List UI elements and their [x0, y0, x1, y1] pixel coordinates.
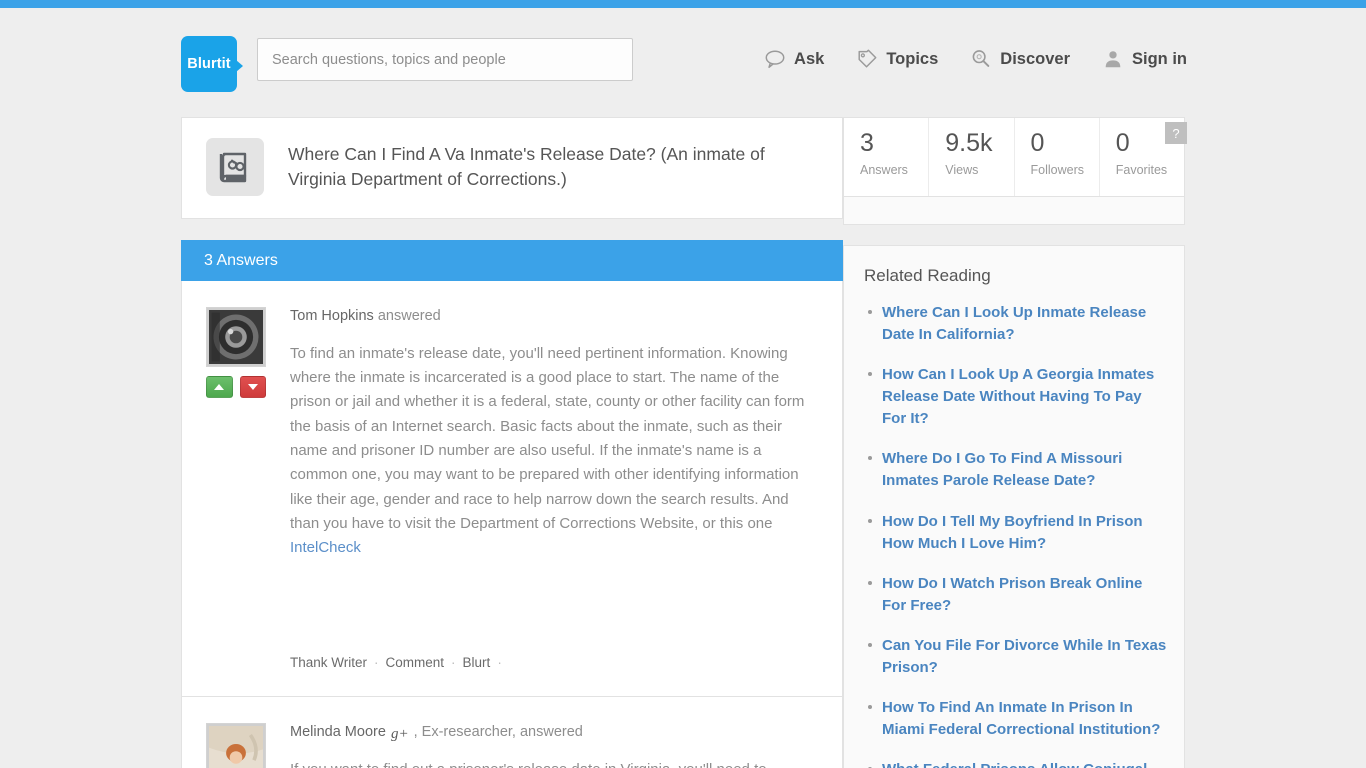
stat-label: Answers [860, 163, 908, 177]
related-link[interactable]: How Do I Watch Prison Break Online For F… [882, 575, 1142, 614]
list-item: What Federal Prisons Allow Conjugal Visi… [868, 759, 1168, 768]
downvote-button[interactable] [239, 376, 266, 398]
related-link[interactable]: Where Do I Go To Find A Missouri Inmates… [882, 450, 1122, 489]
user-icon [1102, 48, 1124, 70]
question-card: Where Can I Find A Va Inmate's Release D… [181, 117, 843, 219]
answer-text: If you want to find out a prisoner's rel… [290, 758, 818, 768]
stat-answers: 3 Answers [844, 118, 930, 196]
answers-count-label: 3 Answers [204, 251, 278, 269]
list-item: How To Find An Inmate In Prison In Miami… [868, 697, 1168, 741]
sidebar-column: 3 Answers 9.5k Views 0 Followers 0 Favor… [843, 117, 1187, 768]
tag-icon [856, 48, 878, 70]
list-item: Where Do I Go To Find A Missouri Inmates… [868, 448, 1168, 492]
related-link[interactable]: Can You File For Divorce While In Texas … [882, 637, 1166, 676]
stat-label: Followers [1030, 163, 1085, 177]
answer-text: To find an inmate's release date, you'll… [290, 342, 818, 561]
stat-label: Favorites [1115, 163, 1168, 177]
top-accent-bar [0, 0, 1366, 8]
search-input[interactable] [258, 39, 632, 80]
logo-text: Blurtit [187, 56, 231, 72]
related-reading-panel: Related Reading Where Can I Look Up Inma… [843, 245, 1185, 768]
nav-label-topics: Topics [886, 49, 939, 68]
stat-views: 9.5k Views [929, 118, 1015, 196]
arrow-up-icon [214, 384, 225, 390]
avatar[interactable] [206, 307, 266, 367]
answer-author-name[interactable]: Tom Hopkins [290, 308, 374, 324]
stat-value: 0 [1030, 129, 1045, 157]
google-plus-icon[interactable]: g+ [390, 725, 410, 745]
page-body: Where Can I Find A Va Inmate's Release D… [181, 117, 1187, 768]
magnifier-icon [970, 48, 992, 70]
answer-meta-suffix: answered [377, 308, 441, 324]
related-link[interactable]: Where Can I Look Up Inmate Release Date … [882, 304, 1146, 343]
related-link[interactable]: How Do I Tell My Boyfriend In Prison How… [882, 513, 1143, 552]
list-item: How Can I Look Up A Georgia Inmates Rele… [868, 364, 1168, 430]
blurt-link[interactable]: Blurt [463, 655, 491, 670]
list-item: Can You File For Divorce While In Texas … [868, 635, 1168, 679]
list-item: How Do I Tell My Boyfriend In Prison How… [868, 511, 1168, 555]
action-separator: · [451, 654, 456, 670]
nav-item-topics[interactable]: Topics [856, 48, 938, 70]
page-title: Where Can I Find A Va Inmate's Release D… [288, 144, 765, 190]
related-link[interactable]: How Can I Look Up A Georgia Inmates Rele… [882, 366, 1154, 427]
intelcheck-link[interactable]: IntelCheck [290, 539, 361, 556]
related-link[interactable]: What Federal Prisons Allow Conjugal Visi… [882, 761, 1147, 768]
answer-meta: Tom Hopkins answered [290, 307, 818, 326]
comment-link[interactable]: Comment [386, 655, 445, 670]
action-separator: · [497, 654, 502, 670]
answer-item: Tom Hopkins answered To find an inmate's… [181, 281, 843, 697]
list-item: Where Can I Look Up Inmate Release Date … [868, 302, 1168, 346]
help-badge[interactable]: ? [1165, 122, 1187, 144]
nav-label-sign-in: Sign in [1132, 49, 1187, 68]
related-link[interactable]: How To Find An Inmate In Prison In Miami… [882, 699, 1160, 738]
speech-bubble-icon [764, 48, 786, 70]
nav-label-ask: Ask [794, 49, 825, 68]
stat-followers: 0 Followers [1015, 118, 1100, 196]
answer-author-name[interactable]: Melinda Moore [290, 724, 386, 740]
answer-meta-suffix: , Ex-researcher, answered [413, 723, 583, 740]
nav-item-ask[interactable]: Ask [764, 48, 824, 70]
answer-text-body: To find an inmate's release date, you'll… [290, 344, 805, 532]
thank-writer-link[interactable]: Thank Writer [290, 655, 367, 670]
question-stats: 3 Answers 9.5k Views 0 Followers 0 Favor… [843, 117, 1185, 197]
nav-item-discover[interactable]: Discover [970, 48, 1070, 70]
arrow-down-icon [247, 384, 258, 390]
answer-author-column [206, 722, 266, 768]
avatar[interactable] [206, 722, 266, 768]
blurtit-logo[interactable]: Blurtit [181, 36, 243, 92]
related-reading-title: Related Reading [864, 266, 991, 285]
answer-meta: Melinda Moore g+ , Ex-researcher, answer… [290, 723, 818, 743]
stat-value: 3 [860, 129, 874, 157]
content-column: Where Can I Find A Va Inmate's Release D… [181, 117, 843, 768]
answer-body: Tom Hopkins answered To find an inmate's… [290, 307, 818, 692]
search-box[interactable] [257, 38, 633, 81]
answer-body: Melinda Moore g+ , Ex-researcher, answer… [290, 723, 818, 768]
answer-actions: Thank Writer · Comment · Blurt · [290, 633, 818, 692]
nav-item-sign-in[interactable]: Sign in [1102, 48, 1187, 70]
stat-value: 9.5k [945, 129, 993, 157]
nav-label-discover: Discover [1000, 49, 1070, 68]
stats-footer-strip [843, 197, 1185, 225]
answers-count-banner: 3 Answers [181, 240, 843, 281]
main-nav: Ask Topics Discover Sign in [764, 48, 1187, 70]
scroll-handcuffs-icon [206, 138, 264, 196]
vote-buttons [206, 376, 266, 398]
answer-author-column [206, 307, 266, 692]
action-separator: · [374, 654, 379, 670]
stat-label: Views [945, 163, 979, 177]
related-reading-list: Where Can I Look Up Inmate Release Date … [860, 302, 1168, 768]
upvote-button[interactable] [206, 376, 233, 398]
site-header: Blurtit Ask Topics Discov [0, 8, 1366, 103]
list-item: How Do I Watch Prison Break Online For F… [868, 573, 1168, 617]
answer-item: Melinda Moore g+ , Ex-researcher, answer… [181, 696, 843, 768]
